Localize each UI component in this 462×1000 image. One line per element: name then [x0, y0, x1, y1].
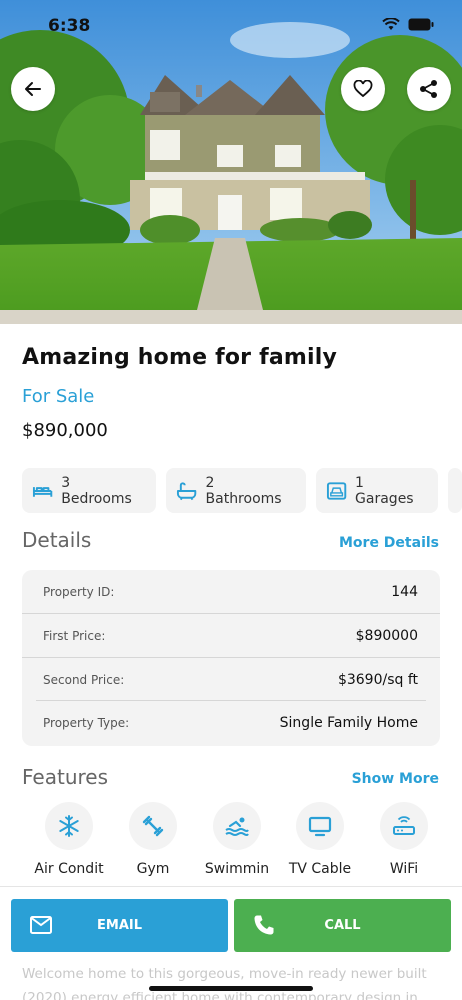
bathrooms-label: 2 Bathrooms — [205, 474, 282, 507]
battery-icon — [408, 18, 434, 31]
status-time: 6:38 — [48, 16, 91, 36]
feature-icon-wrap — [213, 802, 261, 850]
show-more-link[interactable]: Show More — [352, 771, 439, 787]
feature-item[interactable]: WiFi — [364, 802, 444, 877]
bedrooms-label: 3 Bedrooms — [61, 474, 132, 507]
next-chip — [448, 468, 462, 513]
bottom-divider — [0, 886, 462, 887]
detail-key: Property Type: — [43, 715, 130, 730]
wifi-icon — [382, 18, 400, 30]
status-icons — [382, 18, 434, 31]
feature-item[interactable]: TV Cable — [280, 802, 360, 877]
router-icon — [393, 816, 415, 835]
feature-icon-wrap — [380, 802, 428, 850]
description-text: Welcome home to this gorgeous, move-in r… — [22, 966, 427, 1000]
feature-item[interactable]: Swimmin — [197, 802, 277, 877]
feature-label: WiFi — [389, 861, 419, 877]
feature-item[interactable]: Air Condit — [29, 802, 109, 877]
home-indicator — [149, 986, 313, 991]
detail-value: 144 — [391, 583, 418, 600]
detail-value: $890000 — [355, 627, 418, 644]
feature-label: TV Cable — [288, 861, 352, 877]
detail-row: Property ID: 144 — [22, 570, 440, 613]
snowflake-icon — [59, 815, 79, 837]
arrow-left-icon — [25, 82, 41, 96]
details-card: Property ID: 144 First Price: $890000 Se… — [22, 570, 440, 746]
property-stats: 3 Bedrooms 2 Bathrooms 1 Garages — [22, 468, 462, 513]
share-button[interactable] — [407, 67, 451, 111]
bathrooms-chip: 2 Bathrooms — [166, 468, 306, 513]
listing-title: Amazing home for family — [22, 345, 338, 370]
listing-price: $890,000 — [22, 420, 108, 441]
back-button[interactable] — [11, 67, 55, 111]
features-list: Air Condit Gym Swimmin TV Cable WiFi — [22, 802, 462, 882]
phone-icon — [254, 915, 274, 935]
car-icon — [326, 481, 347, 500]
house-photo — [0, 0, 462, 324]
feature-item[interactable]: Gym — [113, 802, 193, 877]
detail-key: Second Price: — [43, 672, 125, 687]
details-title: Details — [22, 528, 92, 552]
more-details-link[interactable]: More Details — [339, 535, 439, 551]
feature-icon-wrap — [296, 802, 344, 850]
feature-label: Swimmin — [204, 861, 270, 877]
detail-row: Property Type: Single Family Home — [22, 701, 440, 744]
bedrooms-chip: 3 Bedrooms — [22, 468, 157, 513]
garages-label: 1 Garages — [355, 474, 414, 507]
detail-value: Single Family Home — [279, 714, 418, 731]
mail-icon — [30, 916, 52, 934]
feature-label: Gym — [136, 861, 170, 877]
heart-icon — [353, 80, 373, 98]
detail-key: Property ID: — [43, 584, 115, 599]
email-button[interactable]: EMAIL — [11, 899, 228, 952]
bed-icon — [32, 486, 53, 497]
detail-row: First Price: $890000 — [22, 614, 440, 657]
call-button[interactable]: CALL — [234, 899, 451, 952]
feature-icon-wrap — [45, 802, 93, 850]
feature-icon-wrap — [129, 802, 177, 850]
share-icon — [420, 80, 437, 98]
detail-row: Second Price: $3690/sq ft — [22, 658, 440, 701]
detail-value: $3690/sq ft — [337, 671, 418, 688]
listing-status: For Sale — [22, 386, 95, 407]
bathtub-icon — [177, 481, 197, 500]
features-title: Features — [22, 765, 108, 789]
swimming-icon — [225, 817, 249, 836]
garages-chip: 1 Garages — [315, 468, 439, 513]
hero-photo — [0, 0, 462, 324]
favorite-button[interactable] — [341, 67, 385, 111]
feature-label: Air Condit — [34, 861, 104, 877]
detail-key: First Price: — [43, 628, 106, 643]
tv-icon — [308, 816, 332, 837]
dumbbell-icon — [142, 815, 164, 837]
